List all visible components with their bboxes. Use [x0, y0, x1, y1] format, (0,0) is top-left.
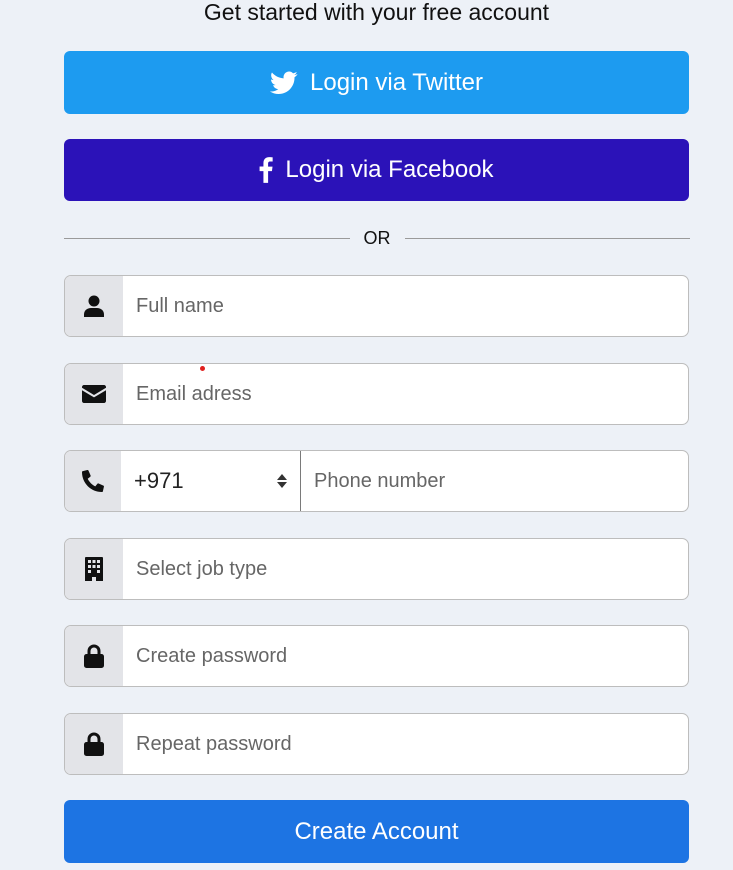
country-code-select[interactable]: +971 — [121, 451, 301, 511]
or-divider: OR — [64, 226, 690, 250]
or-text: OR — [363, 227, 391, 248]
create-password-input[interactable] — [123, 626, 688, 686]
full-name-field — [64, 275, 689, 337]
phone-number-input[interactable] — [301, 451, 688, 511]
page-heading: Get started with your free account — [203, 0, 550, 25]
envelope-icon — [65, 364, 123, 424]
login-twitter-button[interactable]: Login via Twitter — [64, 51, 689, 114]
repeat-password-field — [64, 713, 689, 775]
job-type-input[interactable] — [123, 539, 688, 599]
phone-field: +971 — [64, 450, 689, 512]
select-arrows-icon — [277, 474, 287, 488]
user-icon — [65, 276, 123, 336]
facebook-icon — [259, 157, 274, 183]
create-account-label: Create Account — [294, 817, 459, 845]
divider-line-left — [64, 237, 350, 239]
login-twitter-label: Login via Twitter — [310, 68, 483, 96]
email-field — [64, 363, 689, 425]
email-input[interactable] — [123, 364, 688, 424]
login-facebook-label: Login via Facebook — [285, 156, 494, 183]
repeat-password-input[interactable] — [123, 714, 688, 774]
create-password-field — [64, 625, 689, 687]
job-type-field — [64, 538, 689, 600]
lock-icon — [65, 626, 123, 686]
divider-line-right — [404, 237, 690, 239]
create-account-button[interactable]: Create Account — [64, 800, 689, 863]
country-code-value: +971 — [134, 468, 184, 493]
login-facebook-button[interactable]: Login via Facebook — [64, 139, 689, 201]
building-icon — [65, 539, 123, 599]
red-dot-marker — [200, 366, 205, 371]
full-name-input[interactable] — [123, 276, 688, 336]
phone-icon — [65, 451, 121, 511]
lock-icon — [65, 714, 123, 774]
twitter-icon — [270, 70, 298, 95]
